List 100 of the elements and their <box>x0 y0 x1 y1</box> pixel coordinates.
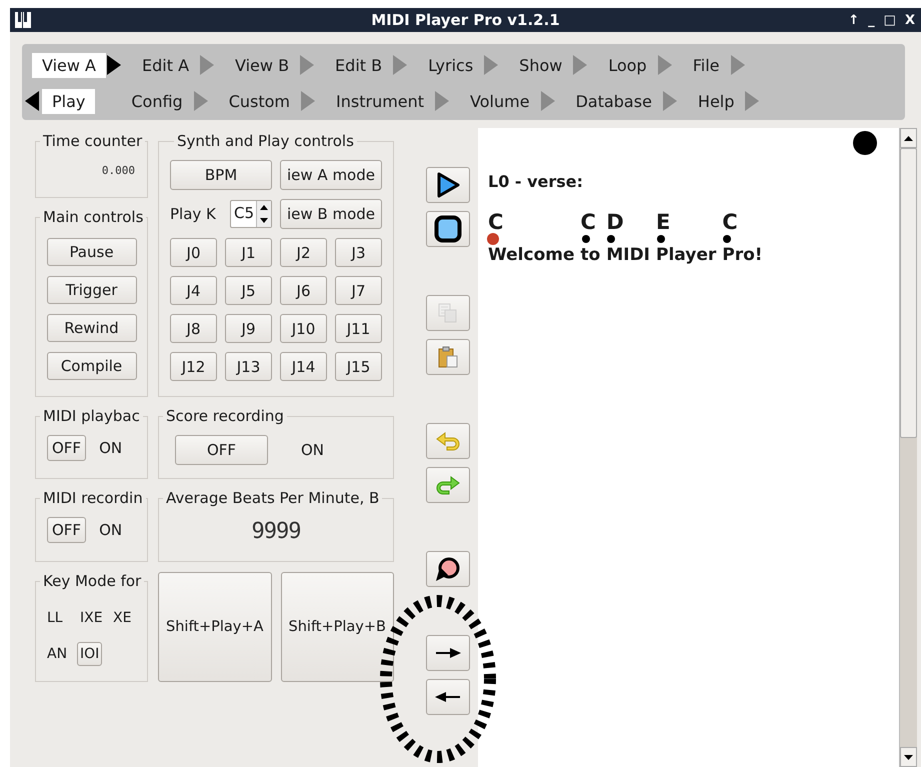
play-icon <box>436 172 460 198</box>
jump-button[interactable]: J0 <box>170 238 217 267</box>
panel-title: Synth and Play controls <box>176 132 355 150</box>
toolbar-button[interactable] <box>426 635 470 671</box>
lyric-word: Pro! <box>722 245 763 265</box>
jump-button[interactable]: J12 <box>170 352 217 381</box>
spin-down-icon[interactable] <box>260 218 268 223</box>
lyric-word: MIDI <box>606 245 650 265</box>
menu-tab[interactable]: Loop <box>598 52 657 78</box>
time-counter: 0.000 <box>100 163 136 177</box>
key-spinbox[interactable]: C5 <box>230 200 272 228</box>
scroll-up-icon[interactable] <box>904 136 913 140</box>
lyric-word: Player <box>656 245 716 265</box>
redo-arrow-icon <box>435 475 461 495</box>
menu-tab[interactable]: Config <box>121 88 193 114</box>
lyric-word: Welcome <box>488 245 575 265</box>
control-button[interactable]: Pause <box>46 238 136 266</box>
spin-up-icon[interactable] <box>260 205 268 210</box>
window-control[interactable]: _ <box>868 12 875 28</box>
panel-title: Key Mode for <box>42 572 142 590</box>
jump-button[interactable]: J6 <box>280 276 327 305</box>
toggle-button[interactable]: OFF <box>175 435 268 465</box>
jump-button[interactable]: J14 <box>280 352 327 381</box>
toolbar-button[interactable] <box>426 211 470 247</box>
menu-tab[interactable]: Volume <box>460 88 540 114</box>
panel-title: Main controls <box>42 208 144 226</box>
lyric-word: to <box>580 245 600 265</box>
toggle-option[interactable]: ON <box>296 435 330 465</box>
copy-icon <box>437 302 459 324</box>
toolbar-button[interactable] <box>426 167 470 203</box>
panel-title: Score recording <box>165 407 285 425</box>
bpm-button[interactable]: BPM <box>170 160 272 190</box>
note-name: C <box>488 211 504 233</box>
app-icon <box>14 11 32 29</box>
menu-tab[interactable]: View B <box>225 52 300 78</box>
jump-button[interactable]: J4 <box>170 276 217 305</box>
menu-tab[interactable]: Show <box>509 52 572 78</box>
menu-tab[interactable]: Database <box>566 88 662 114</box>
jump-button[interactable]: J15 <box>335 352 382 381</box>
toggle-option[interactable]: AN <box>44 642 70 666</box>
panel-title: Average Beats Per Minute, B <box>165 489 380 507</box>
menu-tab[interactable]: Help <box>688 88 744 114</box>
window-control[interactable]: □ <box>884 12 896 28</box>
menu-tab[interactable]: Play <box>42 88 96 114</box>
menu-tab[interactable]: Instrument <box>326 88 434 114</box>
jump-button[interactable]: J9 <box>225 314 272 343</box>
shortcut-button[interactable]: Shift+Play+A <box>158 572 272 682</box>
toggle-button[interactable]: OFF <box>47 435 86 461</box>
toggle-button[interactable]: IOI <box>77 642 102 666</box>
toggle-option[interactable]: XE <box>110 606 134 630</box>
jump-button[interactable]: J5 <box>225 276 272 305</box>
shortcut-button[interactable]: Shift+Play+B <box>280 572 394 682</box>
note-name: C <box>722 211 738 233</box>
panel-title: MIDI recordin <box>42 489 144 507</box>
menu-tab[interactable]: Edit B <box>325 52 392 78</box>
toggle-option[interactable]: LL <box>44 606 66 630</box>
scroll-down-icon[interactable] <box>904 754 913 760</box>
toggle-option[interactable]: ON <box>94 517 128 543</box>
control-button[interactable]: Trigger <box>46 276 136 304</box>
undo-arrow-icon <box>435 431 461 451</box>
note-name: D <box>606 211 624 233</box>
jump-button[interactable]: J1 <box>225 238 272 267</box>
jump-button[interactable]: J7 <box>335 276 382 305</box>
jump-button[interactable]: J10 <box>280 314 327 343</box>
control-button[interactable]: Compile <box>46 352 136 380</box>
menu-tab[interactable]: File <box>682 52 730 78</box>
jump-button[interactable]: J8 <box>170 314 217 343</box>
jump-button[interactable]: J3 <box>335 238 382 267</box>
toolbar-button[interactable] <box>426 679 470 715</box>
right-arrow-icon <box>434 646 462 660</box>
bpm-display: 9999 <box>250 518 302 544</box>
menu-tab[interactable]: View A <box>32 52 106 78</box>
window-control[interactable]: ↑ <box>848 12 860 28</box>
toolbar-button[interactable] <box>426 551 470 587</box>
menu-tab[interactable]: Custom <box>218 88 300 114</box>
note-name: E <box>656 211 670 233</box>
right-triangle-icon[interactable] <box>106 54 122 76</box>
window-control[interactable]: X <box>904 12 915 28</box>
jump-button[interactable]: J11 <box>335 314 382 343</box>
toggle-option[interactable]: IXE <box>77 606 106 630</box>
note-name: C <box>580 211 596 233</box>
control-button[interactable]: Rewind <box>46 314 136 342</box>
jump-button[interactable]: J13 <box>225 352 272 381</box>
jump-button[interactable]: J2 <box>280 238 327 267</box>
toggle-button[interactable]: OFF <box>47 517 86 543</box>
loop-icon <box>434 555 462 583</box>
clipboard-icon <box>437 345 459 369</box>
verse-heading: L0 - verse: <box>488 172 584 191</box>
panel-title: MIDI playbac <box>42 407 141 425</box>
menu-tab[interactable]: Edit A <box>132 52 200 78</box>
stop-icon <box>434 215 462 243</box>
left-arrow-icon <box>434 690 462 704</box>
beat-indicator <box>853 131 877 155</box>
window-title: MIDI Player Pro v1.2.1 <box>371 11 560 29</box>
mode-button[interactable]: iew A mode <box>280 160 382 190</box>
mode-button[interactable]: iew B mode <box>280 199 382 229</box>
toggle-option[interactable]: ON <box>94 435 128 461</box>
menu-tab[interactable]: Lyrics <box>418 52 484 78</box>
scrollbar[interactable] <box>899 128 917 767</box>
play-key-label: Play K <box>170 205 216 223</box>
